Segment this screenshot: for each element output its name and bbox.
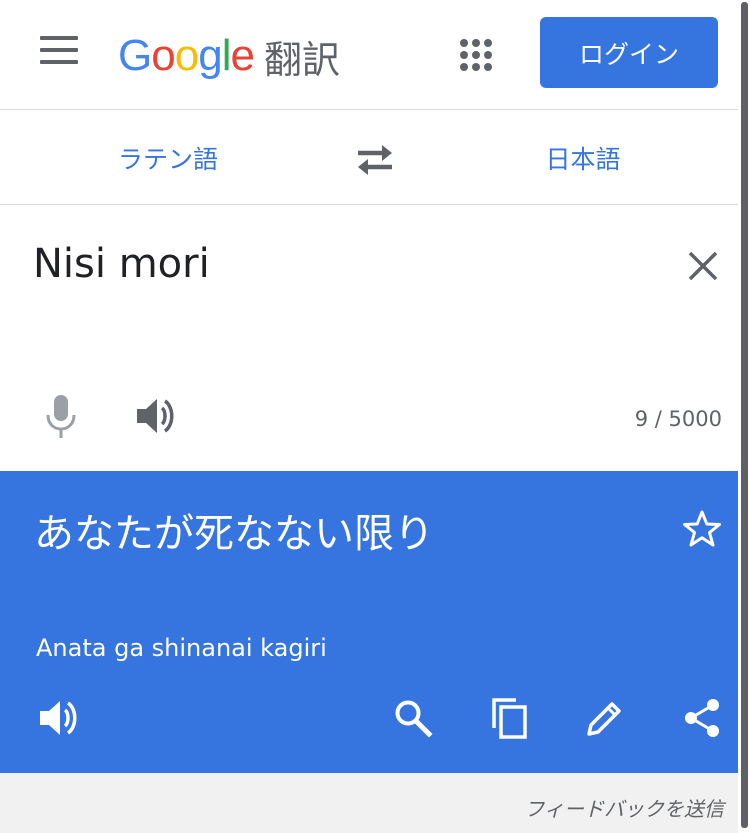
source-input-area[interactable]: Nisi mori 9 / 5000 [0, 205, 738, 471]
search-icon[interactable] [390, 695, 436, 741]
result-toolbar [0, 695, 738, 741]
google-logo-word: Google [118, 31, 255, 81]
apps-grid-icon[interactable] [458, 37, 494, 73]
edit-pencil-icon[interactable] [582, 695, 628, 741]
speaker-icon[interactable] [37, 695, 83, 741]
logo-letter: G [118, 31, 152, 80]
translation-result-card: あなたが死なない限り Anata ga shinanai kagiri [0, 471, 738, 773]
logo-letter: o [174, 31, 200, 80]
logo-letter: e [230, 31, 255, 80]
language-bar: ラテン語 日本語 [0, 110, 738, 205]
speaker-icon[interactable] [135, 396, 179, 436]
scrollbar[interactable] [738, 0, 750, 833]
character-count: 9 / 5000 [634, 407, 722, 431]
footer: フィードバックを送信 [0, 773, 738, 833]
close-icon[interactable] [684, 247, 722, 285]
logo-letter: o [151, 31, 176, 80]
romanization-text: Anata ga shinanai kagiri [36, 634, 327, 662]
send-feedback-link[interactable]: フィードバックを送信 [524, 793, 724, 822]
product-name: 翻訳 [263, 37, 340, 82]
target-language-selector[interactable]: 日本語 [453, 110, 713, 205]
copy-icon[interactable] [486, 695, 532, 741]
microphone-icon[interactable] [44, 393, 78, 439]
hamburger-menu-icon[interactable] [40, 36, 86, 72]
source-language-selector[interactable]: ラテン語 [38, 110, 298, 205]
share-icon[interactable] [679, 695, 725, 741]
star-outline-icon[interactable] [681, 508, 723, 550]
swap-arrows-icon[interactable] [352, 140, 398, 180]
translated-text: あなたが死なない限り [34, 511, 434, 557]
app-header: Google 翻訳 ログイン [0, 0, 738, 110]
login-button[interactable]: ログイン [540, 17, 718, 88]
source-text-input[interactable]: Nisi mori [33, 241, 210, 287]
logo-letter: g [198, 31, 223, 80]
google-translate-logo[interactable]: Google 翻訳 [118, 26, 340, 86]
scrollbar-thumb[interactable] [741, 2, 748, 828]
